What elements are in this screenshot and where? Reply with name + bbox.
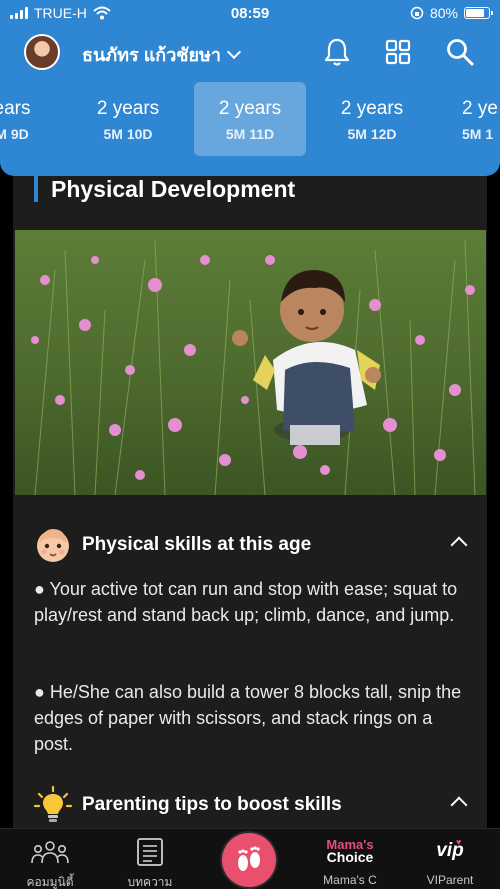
bell-icon[interactable]	[321, 36, 353, 68]
physical-skills-accordion-header[interactable]: Physical skills at this age	[13, 525, 487, 565]
nav-viparent-label: VIParent	[426, 873, 474, 887]
parenting-tips-accordion-header[interactable]: Parenting tips to boost skills	[13, 785, 487, 825]
article-icon	[137, 838, 163, 866]
age-tab[interactable]: 2 years 5M 10D	[72, 82, 184, 156]
skills-paragraph-2: ● He/She can also build a tower 8 blocks…	[34, 682, 462, 754]
section-title: Physical Development	[51, 176, 296, 202]
nav-articles-label: บทความ	[127, 875, 173, 889]
age-tab-detail: 5M 1	[462, 126, 494, 142]
parenting-tips-title: Parenting tips to boost skills	[82, 794, 342, 815]
status-bar: TRUE-H 08:59 80%	[0, 0, 500, 28]
battery-percent: 80%	[429, 5, 458, 21]
age-tab-years: 2 ye	[462, 98, 498, 119]
mamas-choice-logo-line2: Choice	[326, 849, 374, 865]
age-tab-detail: 5M 11D	[225, 126, 275, 142]
bottom-navigation: คอมมูนิตี้ บทความ Mama's Choice Mama's C…	[0, 828, 500, 889]
age-tab-years: ears	[0, 98, 31, 119]
rotation-lock-icon	[410, 6, 424, 20]
age-tab[interactable]: 2 ye 5M 1	[440, 82, 500, 156]
chevron-up-icon[interactable]	[450, 796, 468, 814]
age-tab-years: 2 years	[340, 98, 404, 119]
physical-skills-title: Physical skills at this age	[82, 534, 312, 555]
app-header: ธนภัทร แก้วชัยษา ears M 9D 2 years 5M 10…	[0, 28, 500, 176]
age-selector[interactable]: ears M 9D 2 years 5M 10D 2 years 5M 11D …	[0, 82, 500, 158]
age-tab[interactable]: ears M 9D	[0, 82, 68, 156]
chevron-down-icon	[226, 44, 242, 59]
lightbulb-icon	[33, 785, 73, 822]
search-icon[interactable]	[444, 36, 476, 68]
baby-feet-button[interactable]	[222, 833, 276, 887]
nav-mamas-choice[interactable]: Mama's Choice Mama's C	[300, 829, 400, 889]
header-top: ธนภัทร แก้วชัยษา	[0, 28, 500, 78]
nav-community-label: คอมมูนิตี้	[26, 875, 74, 889]
age-tab-selected[interactable]: 2 years 5M 11D	[194, 82, 306, 156]
toddler-in-flower-field-photo	[15, 230, 486, 495]
age-tab-years: 2 years	[218, 98, 282, 119]
profile-switcher[interactable]: ธนภัทร แก้วชัยษา	[82, 40, 242, 69]
battery-icon	[464, 7, 493, 19]
nav-community[interactable]: คอมมูนิตี้	[0, 829, 100, 889]
username-label: ธนภัทร แก้วชัยษา	[82, 45, 222, 65]
baby-face-icon	[37, 529, 69, 562]
age-tab[interactable]: 2 years 5M 12D	[316, 82, 428, 156]
photo-illustration	[15, 230, 486, 495]
baby-feet-icon	[238, 846, 260, 871]
nav-viparent[interactable]: vip ♥ VIParent	[400, 829, 500, 889]
chevron-up-icon[interactable]	[450, 536, 468, 554]
content-card: Physical Development Physical skills at …	[13, 176, 487, 828]
nav-articles[interactable]: บทความ	[100, 829, 200, 889]
avatar[interactable]	[24, 34, 60, 70]
age-tab-detail: 5M 10D	[103, 126, 153, 142]
battery-fill	[466, 9, 484, 17]
age-tab-years: 2 years	[96, 98, 160, 119]
age-tab-detail: M 9D	[0, 126, 29, 142]
nav-mamas-choice-label: Mama's C	[323, 873, 377, 887]
skills-paragraph-1: ● Your active tot can run and stop with …	[34, 579, 458, 625]
vip-logo: vip	[436, 840, 464, 861]
vip-heart-icon: ♥	[456, 837, 462, 847]
section-accent-bar	[34, 176, 38, 202]
age-tab-detail: 5M 12D	[347, 126, 397, 142]
grid-menu-icon[interactable]	[382, 36, 414, 68]
mamas-choice-logo: Mama's Choice	[300, 838, 400, 864]
status-right: 80%	[410, 5, 493, 21]
community-icon	[31, 841, 69, 864]
